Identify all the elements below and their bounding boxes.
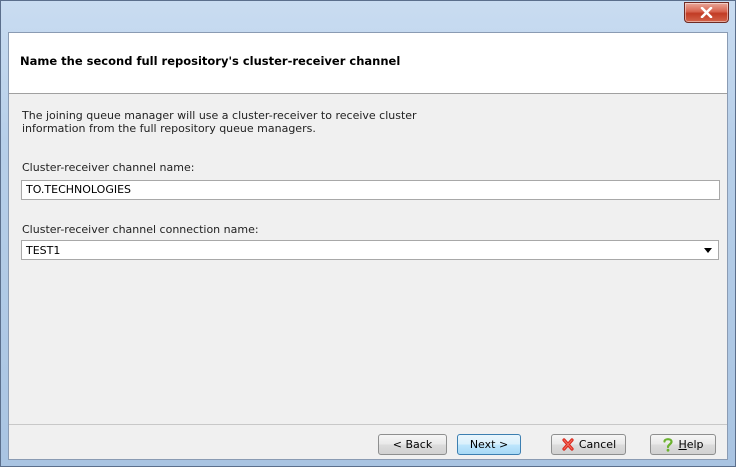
- next-button-label: Next >: [469, 438, 509, 451]
- connection-name-value: TEST1: [26, 244, 61, 257]
- connection-name-label: Cluster-receiver channel connection name…: [22, 223, 259, 236]
- help-mnemonic: H: [678, 438, 687, 451]
- description-text: The joining queue manager will use a clu…: [22, 109, 542, 135]
- close-x-icon: [700, 7, 713, 18]
- description-line: The joining queue manager will use a clu…: [22, 109, 417, 122]
- connection-name-combo[interactable]: TEST1: [21, 240, 719, 260]
- help-button-label: Help: [678, 438, 703, 451]
- red-x-icon: [561, 438, 575, 451]
- channel-name-label: Cluster-receiver channel name:: [22, 161, 195, 174]
- help-button[interactable]: Help: [650, 434, 716, 455]
- channel-name-input[interactable]: [21, 180, 720, 200]
- description-line: information from the full repository que…: [22, 122, 316, 135]
- chevron-down-icon[interactable]: [704, 248, 712, 253]
- back-button-label: < Back: [392, 438, 433, 451]
- back-button[interactable]: < Back: [378, 434, 447, 455]
- help-label-rest: elp: [686, 438, 704, 451]
- cancel-button-label: Cancel: [578, 438, 617, 451]
- page-title: Name the second full repository's cluste…: [20, 54, 401, 68]
- next-button[interactable]: Next >: [457, 434, 521, 455]
- dialog-client-area: Name the second full repository's cluste…: [8, 32, 728, 460]
- cancel-button[interactable]: Cancel: [551, 434, 626, 455]
- close-button[interactable]: [684, 2, 729, 23]
- wizard-header: Name the second full repository's cluste…: [9, 33, 727, 94]
- dialog-window: Name the second full repository's cluste…: [0, 0, 736, 467]
- wizard-footer: < Back Next > Cancel Help: [9, 424, 727, 459]
- question-mark-icon: [662, 437, 674, 452]
- wizard-content: The joining queue manager will use a clu…: [9, 94, 727, 424]
- title-bar[interactable]: [1, 1, 735, 33]
